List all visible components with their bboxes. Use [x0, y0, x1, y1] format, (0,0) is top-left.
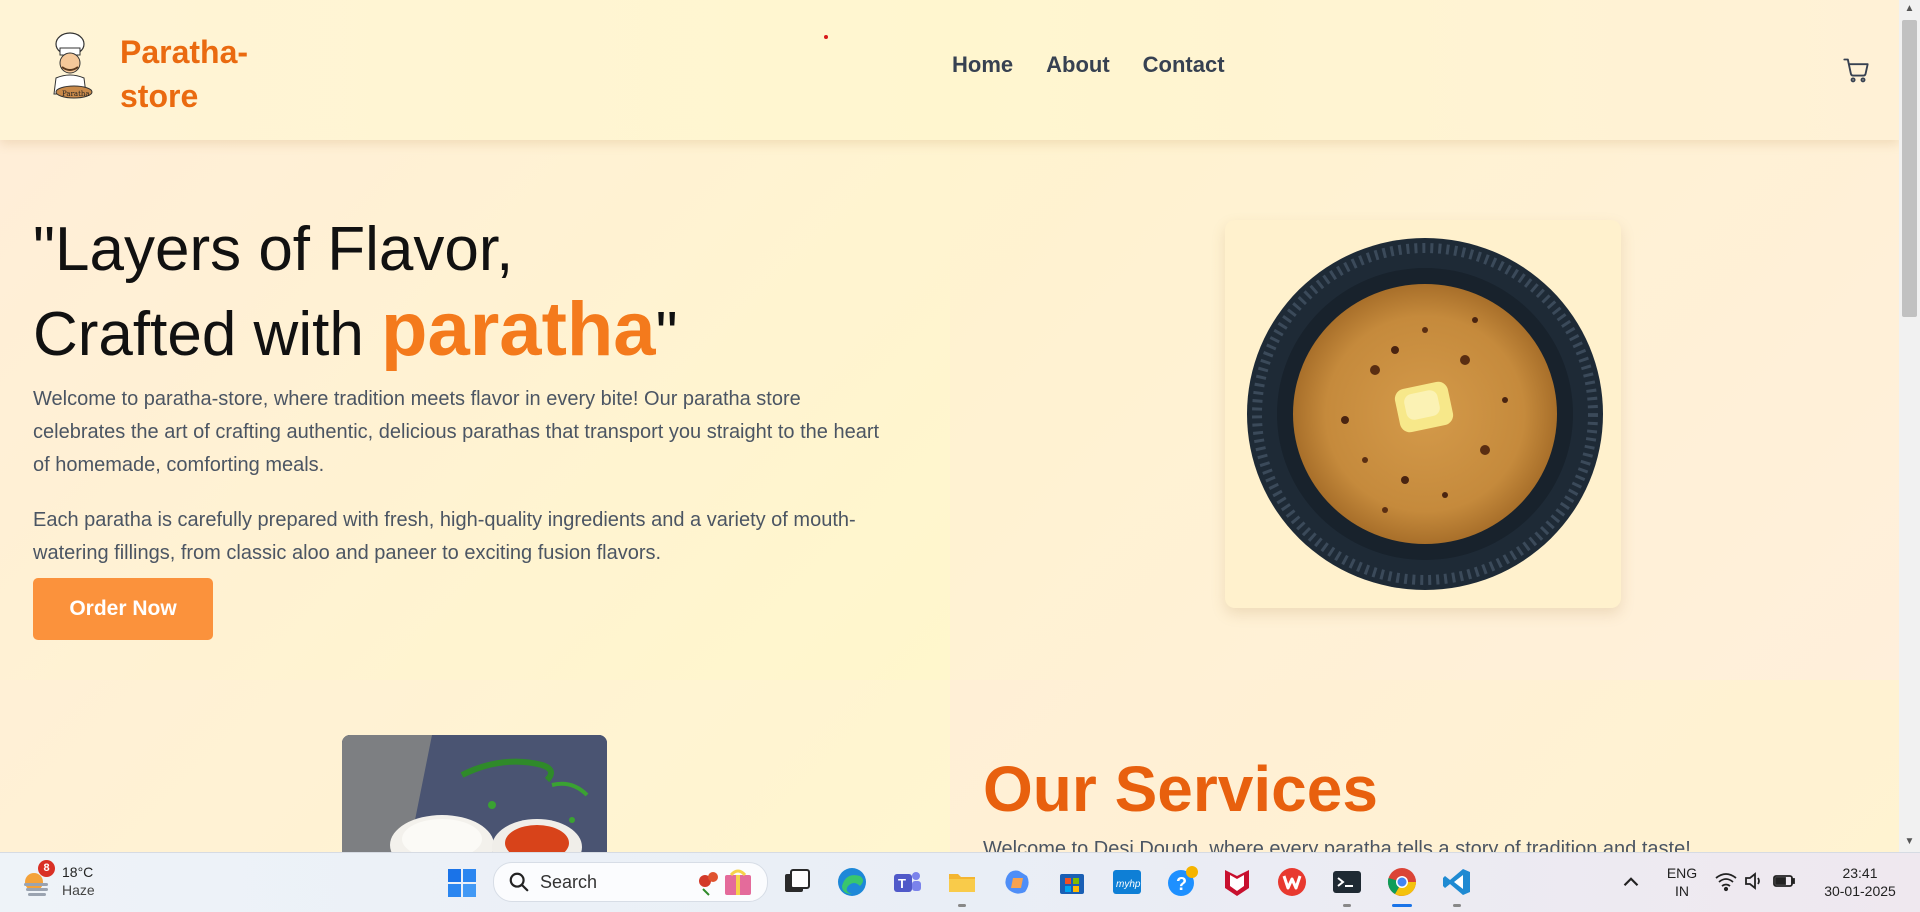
weather-icon: 8 — [20, 860, 55, 898]
nav-home-link[interactable]: Home — [952, 52, 1013, 78]
language-indicator[interactable]: ENG IN — [1662, 864, 1702, 900]
myhp-icon[interactable]: myhp — [1111, 866, 1143, 898]
language-line1: ENG — [1666, 865, 1698, 881]
notification-badge: 8 — [38, 860, 55, 877]
scroll-down-arrow-icon[interactable]: ▼ — [1904, 836, 1915, 847]
nav-about-link[interactable]: About — [1046, 52, 1110, 78]
hero-paragraph-1: Welcome to paratha-store, where traditio… — [33, 388, 880, 476]
navbar: Paratha Paratha- store Home About Contac… — [0, 0, 1899, 140]
nav-links: Home About Contact — [952, 52, 1225, 78]
hero-headline: "Layers of Flavor, Crafted with paratha" — [33, 210, 933, 375]
taskbar: 8 18°C Haze Search T myhp ? ENG IN 23:41… — [0, 852, 1920, 912]
system-clock[interactable]: 23:41 30-01-2025 — [1812, 864, 1908, 900]
mcafee-icon[interactable] — [1221, 866, 1253, 898]
task-view-icon[interactable] — [781, 866, 813, 898]
red-dot — [824, 35, 828, 39]
teams-icon[interactable]: T — [891, 866, 923, 898]
battery-icon[interactable] — [1772, 869, 1796, 893]
chevron-up-icon[interactable] — [1618, 869, 1644, 895]
terminal-icon[interactable] — [1331, 866, 1363, 898]
running-indicator — [1343, 904, 1351, 907]
clock-time: 23:41 — [1842, 865, 1878, 881]
active-app-indicator — [1392, 904, 1412, 907]
weather-temp: 18°C — [62, 864, 94, 880]
hero-paragraph-2: Each paratha is carefully prepared with … — [33, 509, 856, 564]
wps-office-icon[interactable] — [1276, 866, 1308, 898]
headline-suffix: " — [655, 300, 678, 369]
taskbar-search[interactable]: Search — [493, 862, 768, 902]
services-section — [0, 680, 1899, 852]
services-intro: Welcome to Desi Dough, where every parat… — [983, 838, 1691, 852]
search-icon — [509, 872, 529, 892]
food-image-card — [342, 735, 607, 852]
cart-icon[interactable] — [1842, 56, 1870, 84]
file-explorer-icon[interactable] — [946, 866, 978, 898]
headline-line2-prefix: Crafted with — [33, 300, 382, 369]
svg-text:?: ? — [1176, 874, 1187, 894]
vscode-icon[interactable] — [1441, 866, 1473, 898]
page-viewport: Paratha Paratha- store Home About Contac… — [0, 0, 1899, 852]
edge-browser-icon[interactable] — [836, 866, 868, 898]
scroll-up-arrow-icon[interactable]: ▲ — [1904, 3, 1915, 14]
chrome-icon[interactable] — [1386, 866, 1418, 898]
hero-section: "Layers of Flavor, Crafted with paratha"… — [0, 140, 1899, 680]
help-icon[interactable]: ? — [1166, 866, 1198, 898]
running-indicator — [1453, 904, 1461, 907]
svg-text:myhp: myhp — [1116, 879, 1141, 890]
flowers-gift-icon — [699, 869, 751, 896]
services-title: Our Services — [983, 753, 1378, 825]
running-indicator — [958, 904, 966, 907]
paratha-image-card — [1225, 220, 1621, 608]
order-now-button[interactable]: Order Now — [33, 578, 213, 640]
chef-logo[interactable]: Paratha — [40, 30, 100, 102]
language-line2: IN — [1675, 883, 1689, 899]
wifi-icon[interactable] — [1714, 869, 1738, 893]
weather-condition: Haze — [62, 882, 95, 898]
headline-accent: paratha — [381, 287, 656, 372]
microsoft-store-icon[interactable] — [1056, 866, 1088, 898]
svg-text:Paratha: Paratha — [62, 90, 90, 98]
copilot-icon[interactable] — [1001, 866, 1033, 898]
paratha-plate-image — [1247, 238, 1603, 590]
nav-contact-link[interactable]: Contact — [1143, 52, 1225, 78]
scrollbar-thumb[interactable] — [1902, 20, 1917, 317]
volume-icon[interactable] — [1742, 869, 1766, 893]
brand-name[interactable]: Paratha- store — [120, 30, 280, 118]
clock-date: 30-01-2025 — [1824, 883, 1896, 899]
food-photo-image — [342, 735, 607, 852]
search-placeholder: Search — [540, 871, 598, 892]
weather-widget[interactable]: 8 18°C Haze — [20, 860, 95, 899]
svg-text:T: T — [898, 876, 906, 891]
services-left-panel — [0, 680, 950, 852]
hero-right-panel — [950, 140, 1899, 680]
headline-line1: "Layers of Flavor, — [33, 215, 514, 284]
windows-start-icon[interactable] — [446, 867, 478, 899]
